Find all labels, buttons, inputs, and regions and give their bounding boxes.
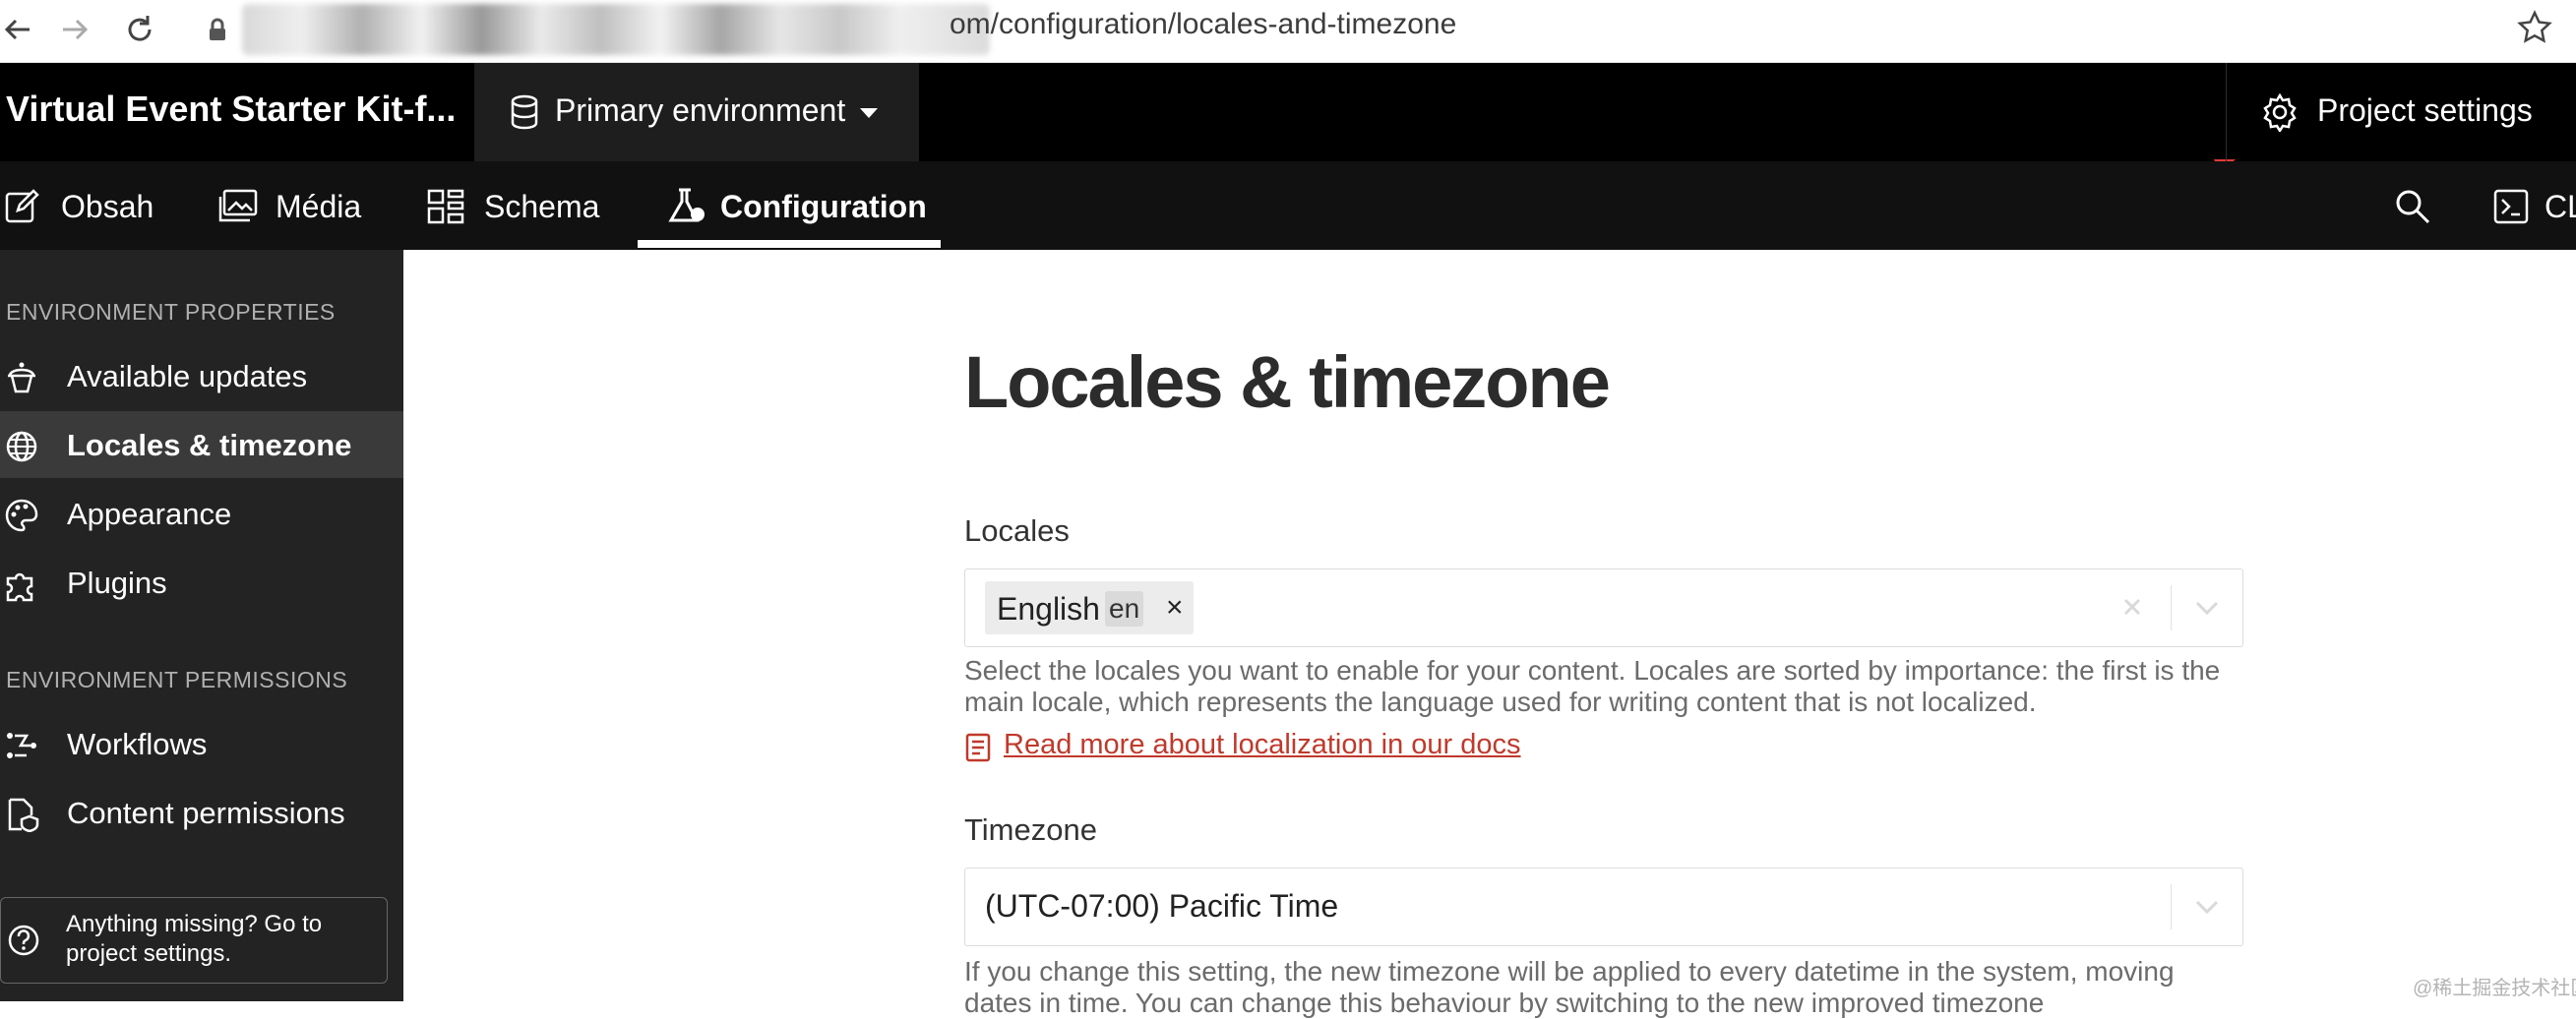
flask-icon (668, 188, 705, 222)
sidebar-section-title: ENVIRONMENT PERMISSIONS (6, 667, 348, 692)
lock-icon (210, 18, 225, 40)
caret-down-icon (860, 108, 878, 118)
puzzle-icon (6, 572, 33, 602)
back-icon[interactable] (0, 10, 39, 49)
locales-help-text: Select the locales you want to enable fo… (964, 655, 2221, 717)
gear-icon (2263, 92, 2297, 132)
main-content: Locales & timezone Locales English en × … (403, 250, 2576, 1018)
locales-select[interactable]: English en × (964, 569, 2243, 647)
locale-chip-code: en (1105, 591, 1144, 627)
project-settings-label: Project settings (2317, 92, 2533, 128)
tab-obsah[interactable]: Obsah (0, 161, 177, 250)
localization-docs-link[interactable]: Read more about localization in our docs (1004, 729, 1521, 761)
sidebar-section-title: ENVIRONMENT PROPERTIES (6, 299, 336, 325)
terminal-icon (2493, 189, 2529, 224)
chevron-down-icon[interactable] (2193, 894, 2221, 918)
workflow-icon (7, 733, 36, 758)
cupcake-icon (8, 362, 35, 393)
sidebar-item-label: Content permissions (67, 796, 345, 830)
image-icon (218, 189, 258, 222)
watermark: @稀土掘金技术社区 (2413, 978, 2576, 999)
search-icon[interactable] (2393, 187, 2432, 226)
environment-label: Primary environment (555, 92, 846, 128)
sidebar-item-available-updates[interactable]: Available updates (0, 342, 403, 409)
tab-label: CL (2545, 189, 2576, 224)
tab-label: Configuration (720, 189, 927, 224)
timezone-select[interactable]: (UTC-07:00) Pacific Time (964, 868, 2243, 946)
forward-icon[interactable] (57, 10, 96, 49)
environment-selector[interactable]: Primary environment (474, 63, 919, 161)
globe-icon (6, 431, 37, 462)
sidebar-item-plugins[interactable]: Plugins (0, 549, 403, 616)
url-text[interactable]: om/configuration/locales-and-timezone (950, 8, 1456, 41)
project-settings-hint-text: Anything missing? Go to project settings… (66, 911, 323, 967)
project-settings-hint[interactable]: Anything missing? Go to project settings… (0, 897, 388, 984)
tab-label: Schema (484, 189, 600, 224)
remove-locale-icon[interactable]: × (1166, 591, 1184, 625)
project-settings-button[interactable]: Project settings (2226, 63, 2576, 161)
locales-label: Locales (964, 513, 1070, 548)
book-icon (965, 733, 991, 762)
question-circle-icon (8, 925, 39, 956)
select-divider (2171, 884, 2172, 929)
sidebar-item-label: Available updates (67, 359, 308, 393)
main-tab-bar: Obsah Média Schema Configuration C (0, 161, 2576, 250)
sidebar-item-label: Locales & timezone (67, 428, 352, 462)
clear-icon[interactable] (2120, 595, 2144, 619)
redacted-url (242, 4, 990, 55)
shield-file-icon (8, 798, 39, 832)
edit-icon (5, 189, 39, 223)
timezone-label: Timezone (964, 812, 1097, 847)
schema-icon (427, 189, 464, 224)
locale-chip-name: English (997, 591, 1100, 627)
tab-schema[interactable]: Schema (427, 161, 624, 250)
sidebar-item-label: Plugins (67, 566, 167, 600)
tab-label: Obsah (61, 189, 154, 224)
project-title[interactable]: Virtual Event Starter Kit-f... (6, 89, 456, 130)
chevron-down-icon[interactable] (2193, 595, 2221, 619)
tab-configuration[interactable]: Configuration (638, 161, 943, 250)
sidebar-item-label: Workflows (67, 727, 208, 761)
sidebar-item-content-permissions[interactable]: Content permissions (0, 779, 403, 846)
sidebar-item-label: Appearance (67, 497, 232, 531)
active-tab-indicator (638, 240, 941, 248)
timezone-value: (UTC-07:00) Pacific Time (985, 888, 1339, 924)
sidebar-item-locales-timezone[interactable]: Locales & timezone (0, 411, 403, 478)
select-divider (2171, 585, 2172, 630)
reload-icon[interactable] (120, 10, 159, 49)
sidebar-item-workflows[interactable]: Workflows (0, 710, 403, 777)
sidebar: ENVIRONMENT PROPERTIES Available updates… (0, 250, 403, 1001)
palette-icon (5, 499, 38, 532)
sidebar-item-appearance[interactable]: Appearance (0, 480, 403, 547)
locale-chip: English en × (985, 581, 1194, 634)
page-title: Locales & timezone (964, 341, 1611, 423)
tab-cli[interactable]: CL (2493, 161, 2576, 250)
timezone-help-text: If you change this setting, the new time… (964, 956, 2175, 1018)
bookmark-star-icon[interactable] (2515, 8, 2554, 47)
app-header: Virtual Event Starter Kit-f... Primary e… (0, 63, 2576, 193)
tab-label: Média (276, 189, 362, 224)
tab-media[interactable]: Média (218, 161, 396, 250)
browser-address-bar: om/configuration/locales-and-timezone (0, 0, 2576, 63)
database-icon (511, 94, 538, 130)
